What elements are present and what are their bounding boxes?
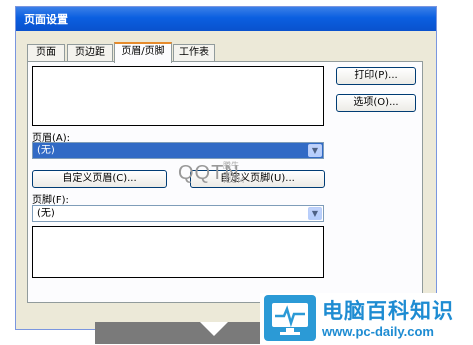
tab-page[interactable]: 页面	[27, 44, 65, 62]
header-select[interactable]: (无) ▼	[32, 142, 324, 159]
chevron-down-icon[interactable]: ▼	[308, 207, 322, 220]
monitor-icon	[264, 295, 316, 341]
custom-header-button[interactable]: 自定义页眉(C)...	[32, 170, 167, 188]
watermark-site-en: .COM	[223, 176, 245, 185]
tab-sheet[interactable]: 工作表	[173, 44, 215, 62]
footer-preview	[32, 226, 324, 278]
options-button[interactable]: 选项(O)...	[336, 94, 416, 112]
window-title: 页面设置	[24, 13, 68, 26]
header-select-value: (无)	[37, 145, 55, 156]
brand-logo: 电脑百科知识 www.pc-daily.com	[260, 293, 473, 344]
footer-select[interactable]: (无) ▼	[32, 205, 324, 222]
qqtn-watermark: QQTN 腾牛网 .COM	[178, 161, 244, 185]
footer-label: 页脚(F):	[32, 195, 69, 206]
brand-name: 电脑百科知识	[322, 299, 454, 323]
tab-header-footer[interactable]: 页眉/页脚	[114, 42, 172, 63]
brand-url: www.pc-daily.com	[322, 324, 434, 339]
title-bar[interactable]: 页面设置	[16, 7, 436, 31]
bottom-notch	[200, 322, 228, 336]
print-button[interactable]: 打印(P)...	[336, 67, 416, 85]
chevron-down-icon[interactable]: ▼	[308, 144, 322, 157]
footer-select-value: (无)	[37, 208, 55, 219]
header-preview	[32, 66, 324, 126]
tab-margins[interactable]: 页边距	[67, 44, 113, 62]
